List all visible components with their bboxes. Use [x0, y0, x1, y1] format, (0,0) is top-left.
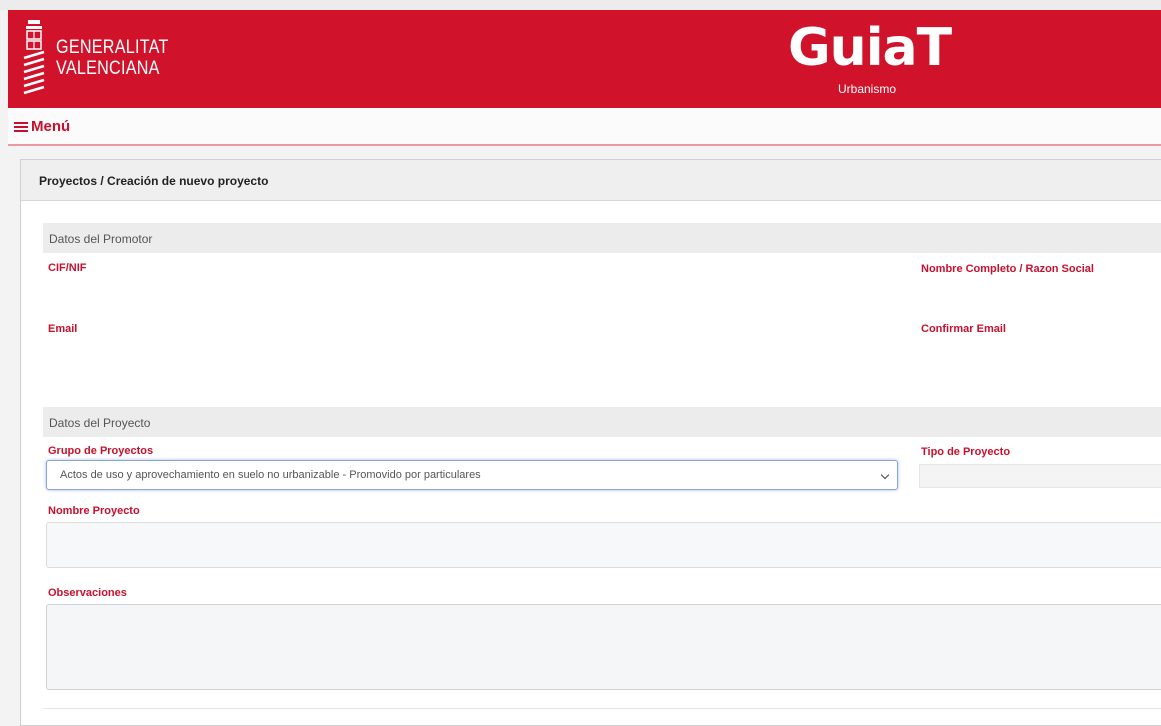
- breadcrumb-proyectos[interactable]: Proyectos: [39, 174, 97, 188]
- org-name-line2: VALENCIANA: [56, 58, 160, 79]
- app-subtitle: Urbanismo: [838, 82, 897, 96]
- chevron-down-icon: [880, 470, 890, 480]
- nombre-proyecto-input[interactable]: [46, 522, 1161, 568]
- breadcrumb: Proyectos / Creación de nuevo proyecto: [21, 160, 1161, 201]
- grupo-proyectos-select[interactable]: Actos de uso y aprovechamiento en suelo …: [46, 460, 898, 490]
- email-label: Email: [48, 323, 78, 335]
- main-panel: Proyectos / Creación de nuevo proyecto D…: [20, 159, 1161, 726]
- app-title: GuiaT: [788, 18, 952, 78]
- menu-label: Menú: [31, 118, 71, 135]
- grupo-proyectos-label: Grupo de Proyectos: [48, 445, 154, 457]
- divider: [43, 708, 1161, 709]
- tipo-proyecto-select[interactable]: [919, 464, 1161, 488]
- browser-top-strip: [0, 0, 1161, 10]
- org-name-line1: GENERALITAT: [56, 37, 169, 58]
- section-proyecto: Datos del Proyecto: [43, 407, 1161, 437]
- observaciones-label: Observaciones: [48, 587, 127, 599]
- generalitat-logo: [23, 20, 45, 95]
- hamburger-icon: [14, 121, 28, 132]
- tipo-proyecto-label: Tipo de Proyecto: [921, 446, 1011, 458]
- grupo-proyectos-value: Actos de uso y aprovechamiento en suelo …: [60, 469, 481, 481]
- observaciones-textarea[interactable]: [46, 604, 1161, 690]
- menu-button[interactable]: Menú: [14, 118, 70, 135]
- cif-label: CIF/NIF: [48, 262, 87, 274]
- breadcrumb-current: Creación de nuevo proyecto: [107, 174, 269, 188]
- menu-bar: Menú: [8, 108, 1161, 146]
- org-name: GENERALITAT VALENCIANA: [56, 37, 169, 79]
- breadcrumb-separator: /: [97, 174, 108, 188]
- section-promotor: Datos del Promotor: [43, 223, 1161, 253]
- nombre-proyecto-label: Nombre Proyecto: [48, 505, 140, 517]
- site-header: GENERALITAT VALENCIANA GuiaT Urbanismo: [8, 10, 1161, 108]
- nombre-completo-label: Nombre Completo / Razon Social: [921, 263, 1094, 275]
- confirm-email-label: Confirmar Email: [921, 323, 1006, 335]
